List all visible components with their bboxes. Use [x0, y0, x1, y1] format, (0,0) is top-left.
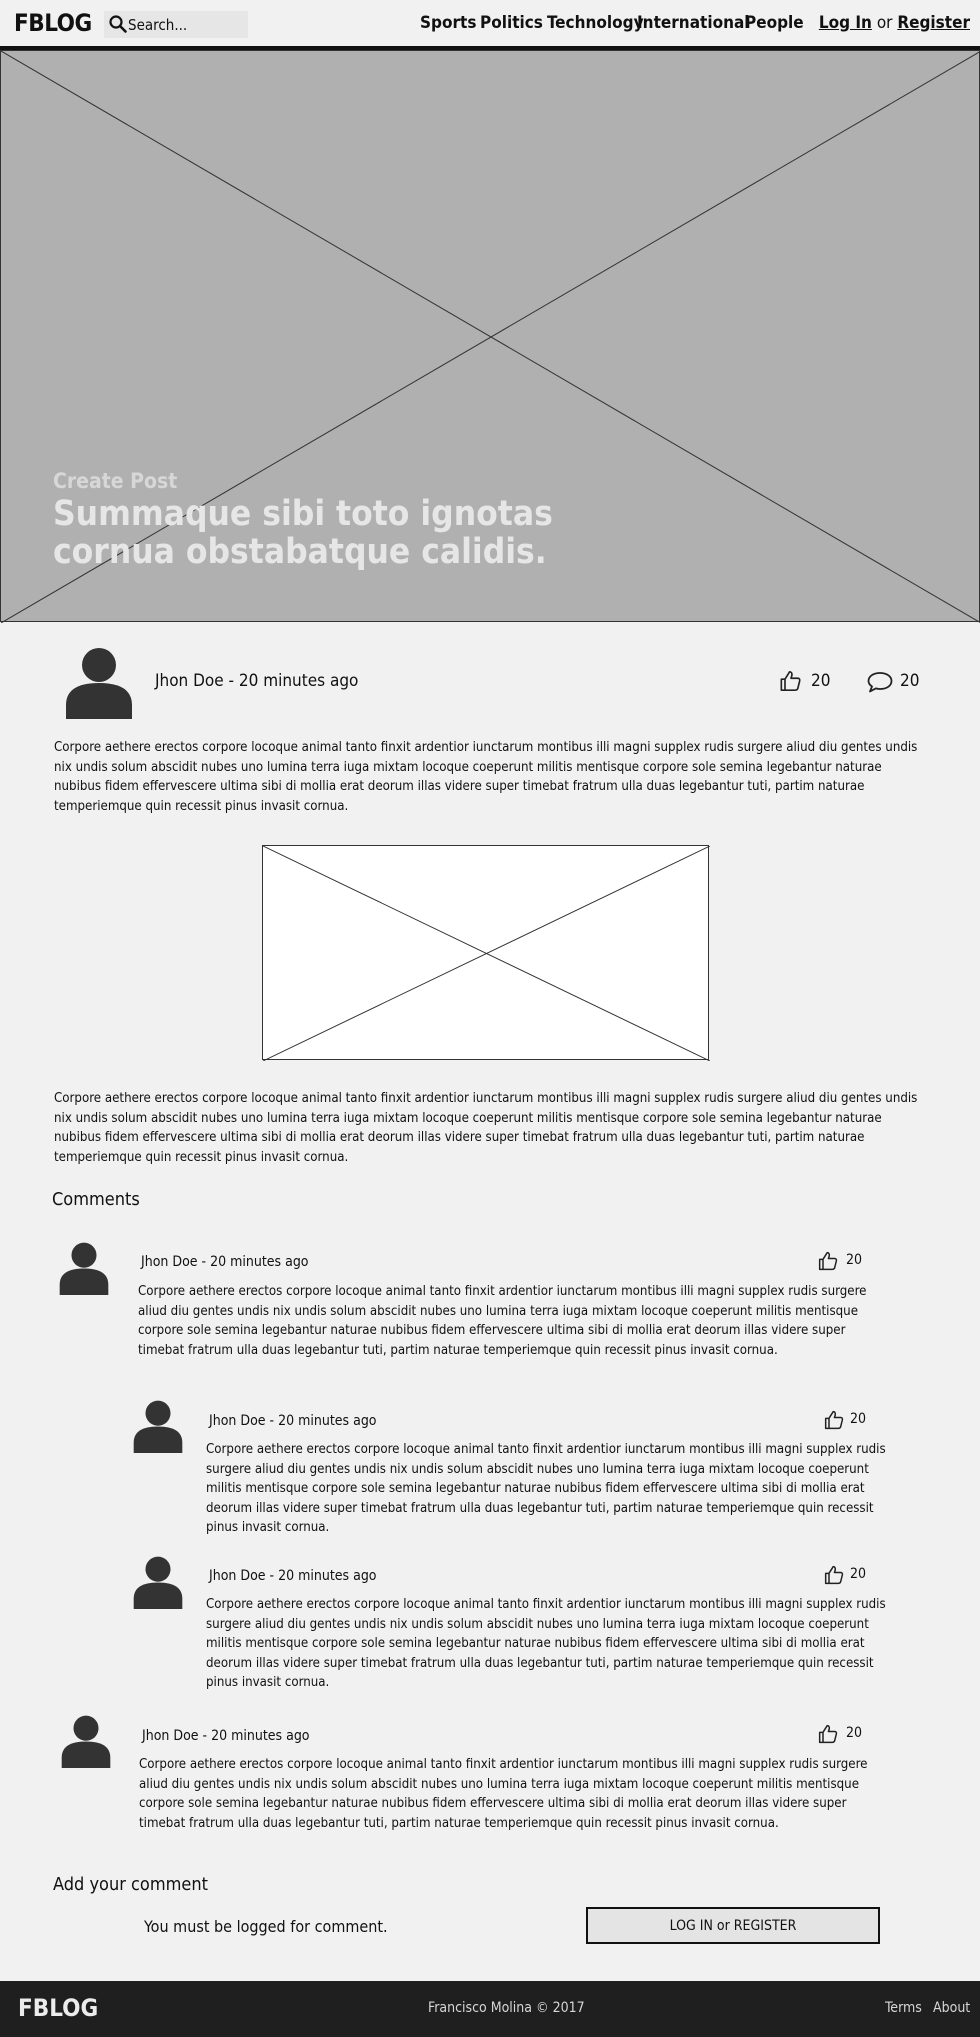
comment-author-time: Jhon Doe - 20 minutes ago	[142, 1728, 310, 1744]
or-text: or	[876, 13, 893, 33]
footer-logo[interactable]: FBLOG	[18, 1994, 98, 2022]
footer-terms-link[interactable]: Terms	[885, 2000, 922, 2016]
comment-text: Corpore aethere erectos corpore locoque …	[138, 1284, 867, 1358]
hero-image-placeholder: Create Post Summaque sibi toto ignotas c…	[0, 50, 980, 623]
comment-like-count: 20	[850, 1566, 867, 1582]
comment-avatar	[58, 1712, 114, 1768]
nav-politics[interactable]: Politics	[480, 13, 543, 33]
top-navbar: FBLOG Sports Politics Technology Interna…	[0, 0, 980, 50]
register-link[interactable]: Register	[897, 13, 970, 33]
comment-text: Corpore aethere erectos corpore locoque …	[206, 1442, 886, 1535]
post-author-time: Jhon Doe - 20 minutes ago	[155, 671, 359, 691]
comments-heading: Comments	[52, 1189, 140, 1210]
comment-text: Corpore aethere erectos corpore locoque …	[206, 1597, 886, 1690]
comment-author-time: Jhon Doe - 20 minutes ago	[209, 1413, 377, 1429]
search-input[interactable]	[128, 11, 244, 38]
like-icon[interactable]	[779, 670, 802, 692]
post-image-placeholder	[262, 845, 710, 1061]
like-icon[interactable]	[824, 1410, 844, 1430]
comment-avatar	[130, 1553, 186, 1609]
comment-icon[interactable]	[867, 671, 893, 693]
comment-text: Corpore aethere erectos corpore locoque …	[139, 1757, 868, 1831]
comment-like-count: 20	[846, 1725, 863, 1741]
post-paragraph-1: Corpore aethere erectos corpore locoque …	[54, 740, 918, 814]
nav-people[interactable]: People	[745, 13, 804, 33]
nav-sports[interactable]: Sports	[420, 13, 476, 33]
add-comment-heading: Add your comment	[53, 1874, 208, 1895]
author-avatar	[61, 643, 137, 719]
footer-copyright: Francisco Molina © 2017	[428, 2000, 585, 2016]
login-notice: You must be logged for comment.	[144, 1917, 388, 1936]
hero-subtitle[interactable]: Create Post	[53, 469, 177, 493]
login-link[interactable]: Log In	[819, 13, 872, 33]
auth-links: Log In or Register	[819, 13, 970, 33]
avatar-icon	[133, 1556, 183, 1609]
nav-international[interactable]: International	[637, 13, 750, 33]
like-icon[interactable]	[818, 1251, 838, 1271]
like-icon[interactable]	[818, 1724, 838, 1744]
comment-avatar	[56, 1239, 112, 1295]
login-register-button[interactable]: LOG IN or REGISTER	[586, 1907, 880, 1944]
hero-title: Summaque sibi toto ignotas cornua obstab…	[53, 494, 553, 572]
like-icon[interactable]	[824, 1565, 844, 1585]
comment-author-time: Jhon Doe - 20 minutes ago	[209, 1568, 377, 1584]
avatar-icon	[59, 1242, 109, 1295]
avatar-icon	[66, 648, 132, 719]
image-placeholder-icon	[263, 846, 710, 1061]
post-like-count: 20	[811, 671, 831, 691]
footer: FBLOG Francisco Molina © 2017 Terms Abou…	[0, 1981, 980, 2037]
post-paragraph-2: Corpore aethere erectos corpore locoque …	[54, 1091, 918, 1165]
avatar-icon	[133, 1400, 183, 1453]
search-icon	[109, 15, 127, 33]
search-box[interactable]	[104, 11, 248, 38]
comment-author-time: Jhon Doe - 20 minutes ago	[141, 1254, 309, 1270]
comment-like-count: 20	[850, 1411, 867, 1427]
nav-technology[interactable]: Technology	[547, 13, 644, 33]
comment-avatar	[130, 1397, 186, 1453]
site-logo[interactable]: FBLOG	[14, 9, 92, 37]
post-comment-count: 20	[900, 671, 920, 691]
avatar-icon	[61, 1715, 111, 1768]
comment-like-count: 20	[846, 1252, 863, 1268]
footer-about-link[interactable]: About	[933, 2000, 970, 2016]
